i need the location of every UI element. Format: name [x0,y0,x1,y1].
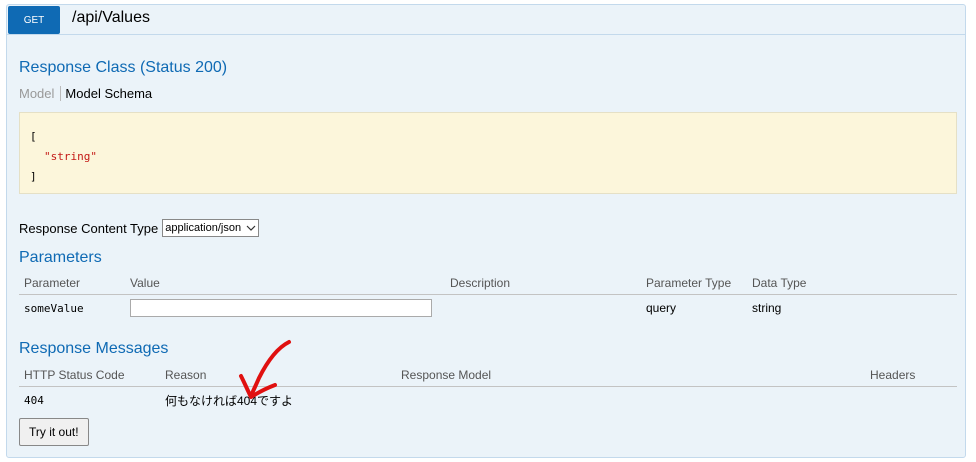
col-description: Description [445,272,641,295]
chevron-down-icon [246,225,256,231]
operation-header[interactable]: GET /api/Values [7,5,965,35]
endpoint-path[interactable]: /api/Values [72,9,150,27]
param-value-cell [125,294,445,322]
table-row: someValue query string [19,294,957,322]
col-value: Value [125,272,445,295]
col-parameter: Parameter [19,272,125,295]
param-description [445,294,641,322]
status-headers [865,386,957,414]
param-data-type: string [752,301,782,316]
parameters-table: Parameter Value Description Parameter Ty… [19,272,957,322]
model-schema-box[interactable]: [ "string" ] [19,112,957,194]
param-type: query [646,301,677,316]
try-it-out-button[interactable]: Try it out! [19,418,89,446]
tab-model-schema[interactable]: Model Schema [61,86,152,101]
col-data-type: Data Type [747,272,957,295]
parameters-title: Parameters [19,249,102,266]
response-messages-title: Response Messages [19,340,169,357]
response-content-type: Response Content Type application/json [19,219,260,237]
model-tabs: Model Model Schema [19,86,152,101]
response-messages-table: HTTP Status Code Reason Response Model H… [19,364,957,414]
table-row: 404 何もなければ404ですよ [19,386,957,414]
schema-open-bracket: [ [30,130,37,143]
parameters-header-row: Parameter Value Description Parameter Ty… [19,272,957,295]
annotation-arrow-icon [239,340,291,399]
response-content-type-label: Response Content Type [19,220,159,236]
col-headers: Headers [865,364,957,387]
col-response-model: Response Model [396,364,865,387]
content-type-select[interactable]: application/json [162,219,260,237]
status-code: 404 [24,393,44,407]
col-parameter-type: Parameter Type [641,272,747,295]
col-http-status-code: HTTP Status Code [19,364,160,387]
operation-panel: GET /api/Values Response Class (Status 2… [6,4,966,458]
schema-string-value: "string" [44,150,97,163]
tab-model[interactable]: Model [19,86,62,101]
some-value-input[interactable] [130,299,432,318]
content-type-selected: application/json [165,222,242,234]
http-method-badge[interactable]: GET [8,6,60,34]
schema-close-bracket: ] [30,170,37,183]
response-class-title: Response Class (Status 200) [19,59,228,76]
response-messages-header-row: HTTP Status Code Reason Response Model H… [19,364,957,387]
status-response-model [396,386,865,414]
param-name: someValue [24,301,84,315]
